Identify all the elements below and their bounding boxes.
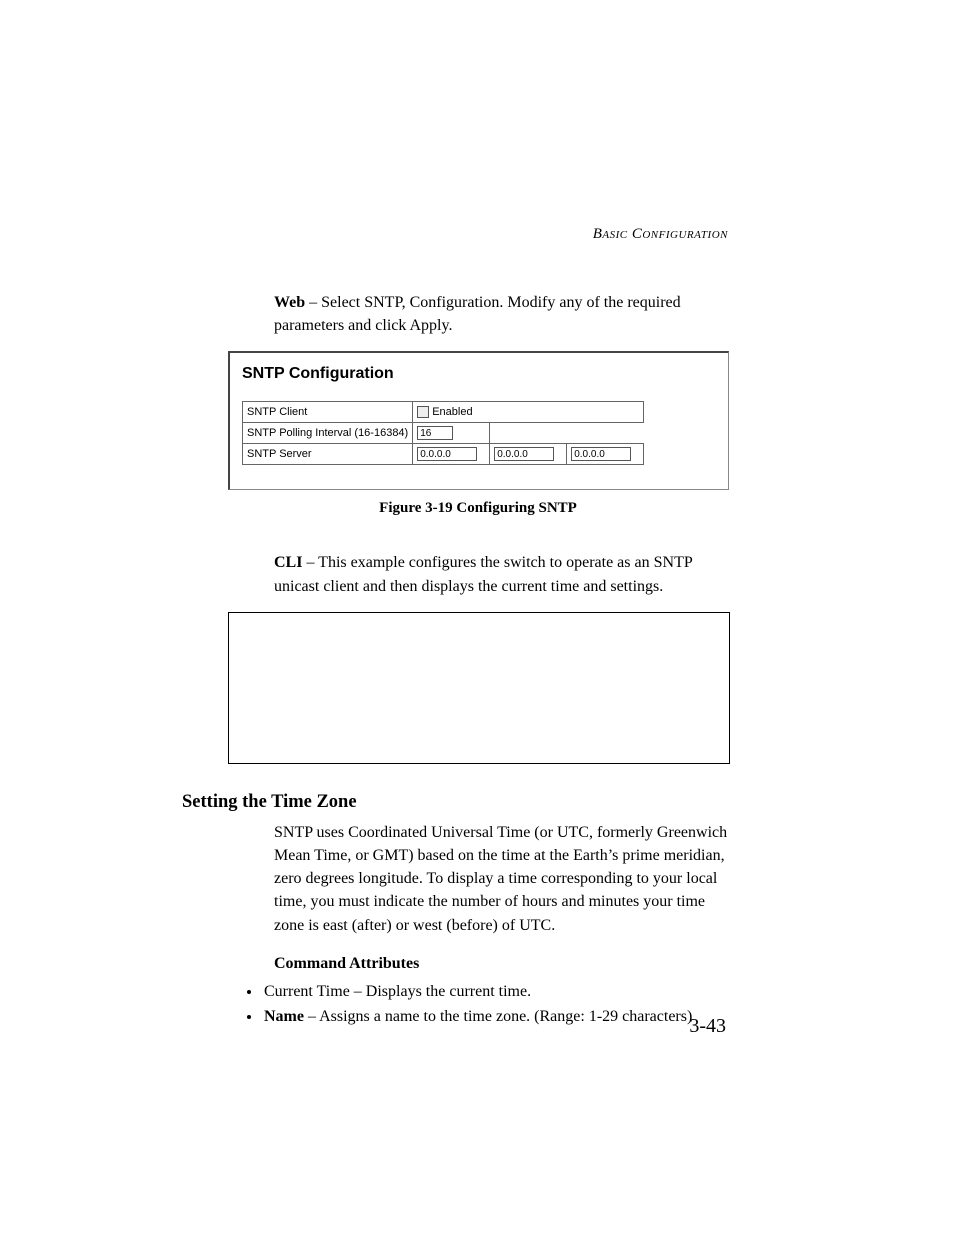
list-item: Current Time – Displays the current time… (262, 979, 728, 1005)
page-content: Basic Configuration Web – Select SNTP, C… (228, 226, 728, 1030)
cli-intro-text: – This example configures the switch to … (274, 554, 692, 594)
cell-server3: 0.0.0.0 (567, 444, 644, 465)
cell-server1: 0.0.0.0 (413, 444, 490, 465)
figure-sntp-config: SNTP Configuration SNTP Client Enabled S… (228, 351, 729, 490)
command-attributes-heading: Command Attributes (274, 955, 728, 973)
row-poll: SNTP Polling Interval (16-16384) 16 (243, 423, 644, 444)
row-server: SNTP Server 0.0.0.0 0.0.0.0 0.0.0.0 (243, 444, 644, 465)
web-intro-text: – Select SNTP, Configuration. Modify any… (274, 294, 681, 334)
section-body-timezone: SNTP uses Coordinated Universal Time (or… (274, 821, 728, 937)
cell-client-enabled: Enabled (413, 402, 644, 423)
attr-text: Current Time – Displays the current time… (264, 983, 531, 1000)
cli-example-box (228, 612, 730, 764)
section-heading-timezone: Setting the Time Zone (182, 792, 722, 813)
attr-text: – Assigns a name to the time zone. (Rang… (304, 1008, 692, 1025)
row-client: SNTP Client Enabled (243, 402, 644, 423)
web-intro: Web – Select SNTP, Configuration. Modify… (274, 291, 728, 337)
input-server1[interactable]: 0.0.0.0 (417, 447, 477, 461)
page-number: 3-43 (689, 1015, 726, 1038)
label-poll: SNTP Polling Interval (16-16384) (243, 423, 413, 444)
attr-lead: Name (264, 1008, 304, 1025)
config-table: SNTP Client Enabled SNTP Polling Interva… (242, 401, 644, 465)
command-attributes-list: Current Time – Displays the current time… (240, 979, 728, 1030)
figure-title: SNTP Configuration (242, 365, 716, 383)
cli-lead: CLI (274, 554, 302, 571)
cli-intro: CLI – This example configures the switch… (274, 551, 728, 597)
list-item: Name – Assigns a name to the time zone. … (262, 1004, 728, 1030)
label-server: SNTP Server (243, 444, 413, 465)
cell-poll-value: 16 (413, 423, 490, 444)
web-lead: Web (274, 294, 305, 311)
label-client: SNTP Client (243, 402, 413, 423)
input-server3[interactable]: 0.0.0.0 (571, 447, 631, 461)
checkbox-enabled[interactable] (417, 406, 429, 418)
figure-caption: Figure 3-19 Configuring SNTP (228, 500, 728, 517)
input-server2[interactable]: 0.0.0.0 (494, 447, 554, 461)
cell-server2: 0.0.0.0 (490, 444, 567, 465)
running-header: Basic Configuration (228, 226, 728, 243)
enabled-text: Enabled (432, 406, 472, 418)
input-poll[interactable]: 16 (417, 426, 453, 440)
